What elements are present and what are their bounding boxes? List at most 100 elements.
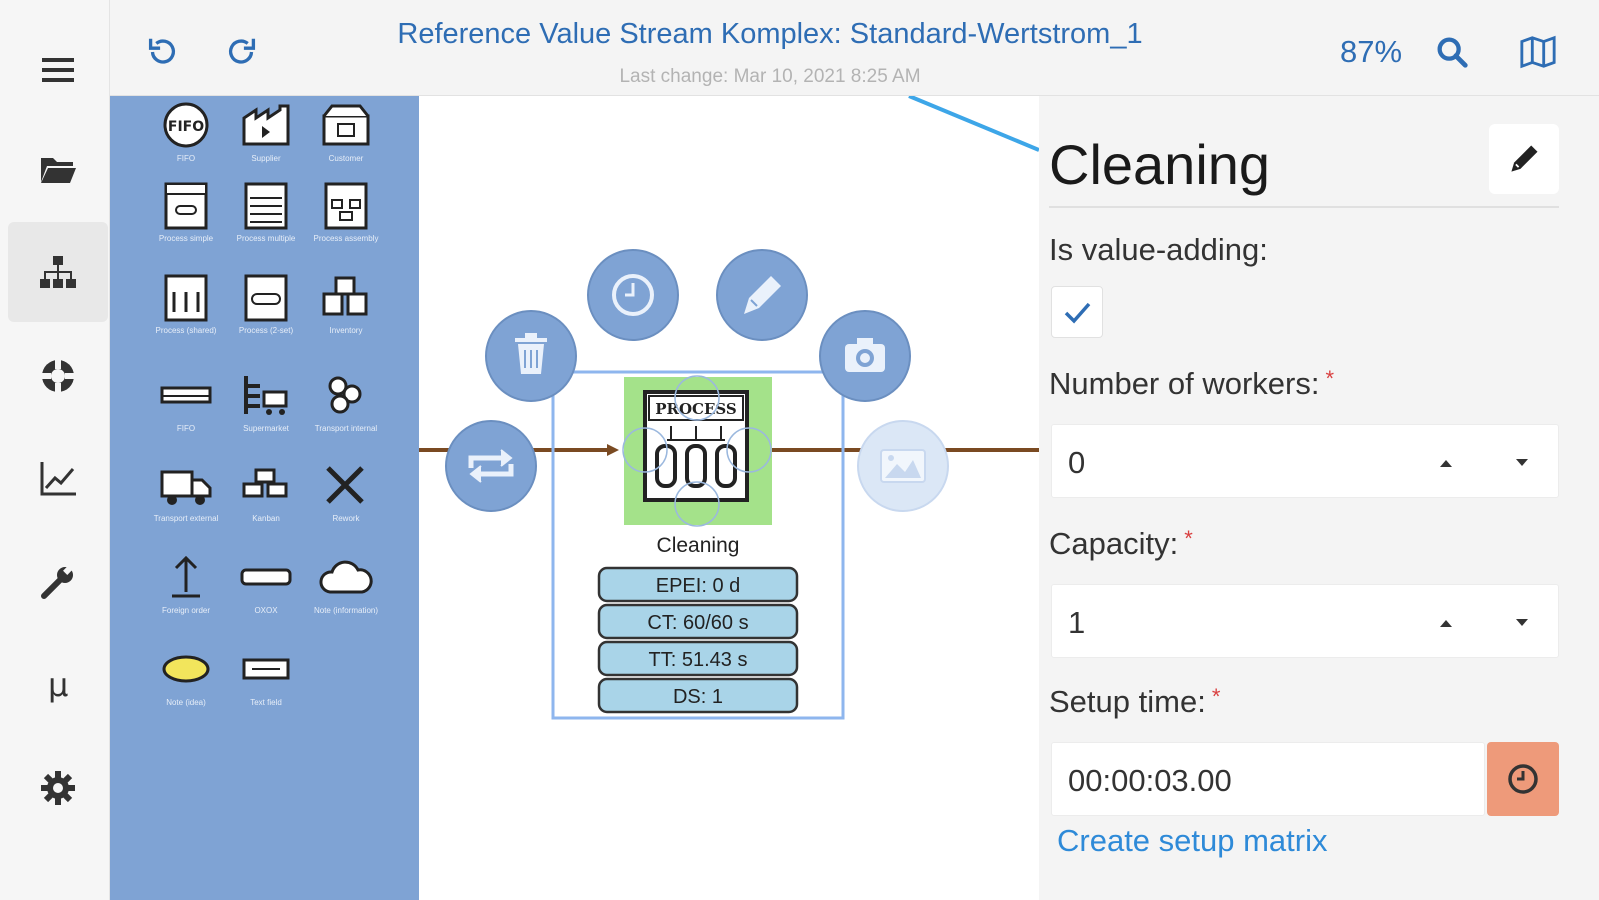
map-button[interactable] [1514, 28, 1562, 76]
undo-button[interactable] [138, 28, 186, 76]
properties-panel: Cleaning Is value-adding: Number of work… [1039, 96, 1599, 900]
edit-action[interactable] [716, 249, 808, 341]
metric-text: CT: 60/60 s [647, 612, 748, 634]
fifo-lane-icon [160, 386, 212, 404]
palette-item[interactable]: OXOX [226, 552, 306, 642]
foreign-order-icon [172, 555, 200, 598]
app-root: μ Reference Value Stream Komplex: Standa… [0, 0, 1599, 900]
analytics-button[interactable] [8, 428, 108, 528]
create-setup-matrix-link[interactable]: Create setup matrix [1057, 823, 1328, 859]
timer-action[interactable] [587, 249, 679, 341]
menu-button[interactable] [8, 20, 108, 120]
palette-item[interactable]: Supplier [226, 100, 306, 190]
palette-item[interactable]: Transport internal [306, 370, 386, 460]
hamburger-icon [42, 58, 74, 82]
setup-time-input[interactable]: 00:00:03.00 [1051, 742, 1485, 816]
image-action[interactable] [857, 420, 949, 512]
palette-item-label: Process (2-set) [238, 326, 294, 335]
palette-item[interactable]: Process simple [146, 180, 226, 270]
palette-item[interactable]: FIFO [146, 370, 226, 460]
metric-text: TT: 51.43 s [649, 649, 748, 671]
capacity-value: 1 [1068, 605, 1086, 640]
setup-time-value: 00:00:03.00 [1068, 763, 1232, 798]
palette-item[interactable]: Transport external [146, 460, 226, 550]
palette-item-label: Supermarket [243, 424, 289, 433]
capacity-label-text: Capacity: [1049, 526, 1179, 561]
transport-internal-icon [328, 376, 362, 414]
properties-title: Cleaning [1049, 133, 1271, 196]
workers-input[interactable]: 0 [1051, 424, 1559, 498]
decrement-icon[interactable] [1512, 613, 1532, 633]
search-button[interactable] [1428, 28, 1476, 76]
top-header: Reference Value Stream Komplex: Standard… [110, 0, 1599, 96]
palette-item[interactable]: Process (2-set) [226, 272, 306, 362]
process-assembly-icon [324, 182, 368, 230]
zoom-level[interactable]: 87% [1340, 34, 1402, 70]
palette-item-label: Note (information) [313, 606, 379, 615]
supplier-icon [242, 104, 290, 146]
palette-item[interactable]: Foreign order [146, 552, 226, 642]
palette-item[interactable]: Note (information) [306, 552, 386, 642]
redo-icon [228, 38, 256, 64]
palette-item-label: Process simple [158, 234, 214, 243]
diagram-canvas[interactable]: PROCESS Cleaning EPEI: 0 d CT: 60/60 s T… [419, 96, 1039, 900]
canvas-svg: PROCESS Cleaning EPEI: 0 dCT: 60/60 sTT:… [419, 96, 1039, 720]
palette-item[interactable]: FIFO FIFO [146, 100, 226, 190]
palette-item-label: Inventory [329, 326, 363, 335]
increment-icon[interactable] [1436, 613, 1456, 633]
parameter-button[interactable]: μ [8, 634, 108, 734]
palette-item[interactable]: Process assembly [306, 180, 386, 270]
text-icon [242, 658, 290, 680]
workers-label: Number of workers: * [1049, 366, 1334, 402]
redo-button[interactable] [218, 28, 266, 76]
nav-rail: μ [0, 0, 110, 900]
palette-item-label: Transport internal [314, 424, 378, 433]
rework-icon [326, 466, 364, 504]
capacity-input[interactable]: 1 [1051, 584, 1559, 658]
kaizen-icon [162, 655, 210, 683]
open-file-button[interactable] [8, 118, 108, 218]
photo-action[interactable] [819, 310, 911, 402]
lifebuoy-icon [41, 359, 75, 393]
sitemap-icon [40, 256, 76, 288]
palette-item[interactable]: Note (idea) [146, 644, 226, 734]
metric-text: EPEI: 0 d [656, 575, 741, 597]
kanban-icon [242, 468, 288, 498]
palette-item[interactable]: Text field [226, 644, 306, 734]
required-mark: * [1325, 366, 1335, 391]
checkmark-icon [1064, 302, 1091, 324]
settings-button[interactable] [8, 738, 108, 838]
connector-line[interactable] [908, 96, 1039, 152]
palette-item[interactable]: Rework [306, 460, 386, 550]
search-icon [1437, 37, 1468, 68]
time-picker-button[interactable] [1487, 742, 1559, 816]
inventory-icon [322, 276, 368, 316]
palette-item-label: Process (shared) [155, 326, 217, 335]
swap-action[interactable] [445, 420, 537, 512]
palette-item[interactable]: Customer [306, 100, 386, 190]
palette-item[interactable]: Kanban [226, 460, 306, 550]
value-adding-label: Is value-adding: [1049, 232, 1268, 267]
supermarket-icon [244, 376, 288, 415]
value-adding-checkbox[interactable] [1051, 286, 1103, 338]
palette-item-label: FIFO [176, 154, 196, 163]
help-button[interactable] [8, 326, 108, 426]
edit-name-button[interactable] [1489, 124, 1559, 194]
flow-arrow-head [607, 444, 619, 456]
palette-item-label: OXOX [254, 606, 278, 615]
palette-item[interactable]: Supermarket [226, 370, 306, 460]
folder-open-icon [41, 158, 76, 183]
tools-button[interactable] [8, 532, 108, 632]
palette-item[interactable]: Process (shared) [146, 272, 226, 362]
palette-item[interactable]: Process multiple [226, 180, 306, 270]
setup-time-label-text: Setup time: [1049, 684, 1206, 719]
decrement-icon[interactable] [1512, 453, 1532, 473]
delete-action[interactable] [485, 310, 577, 402]
process-node[interactable]: PROCESS [643, 390, 749, 502]
value-stream-button[interactable] [8, 222, 108, 322]
palette-item[interactable]: Inventory [306, 272, 386, 362]
metric-text: DS: 1 [673, 686, 723, 708]
process-simple-icon [164, 182, 208, 230]
wrench-icon [41, 565, 73, 599]
increment-icon[interactable] [1436, 453, 1456, 473]
